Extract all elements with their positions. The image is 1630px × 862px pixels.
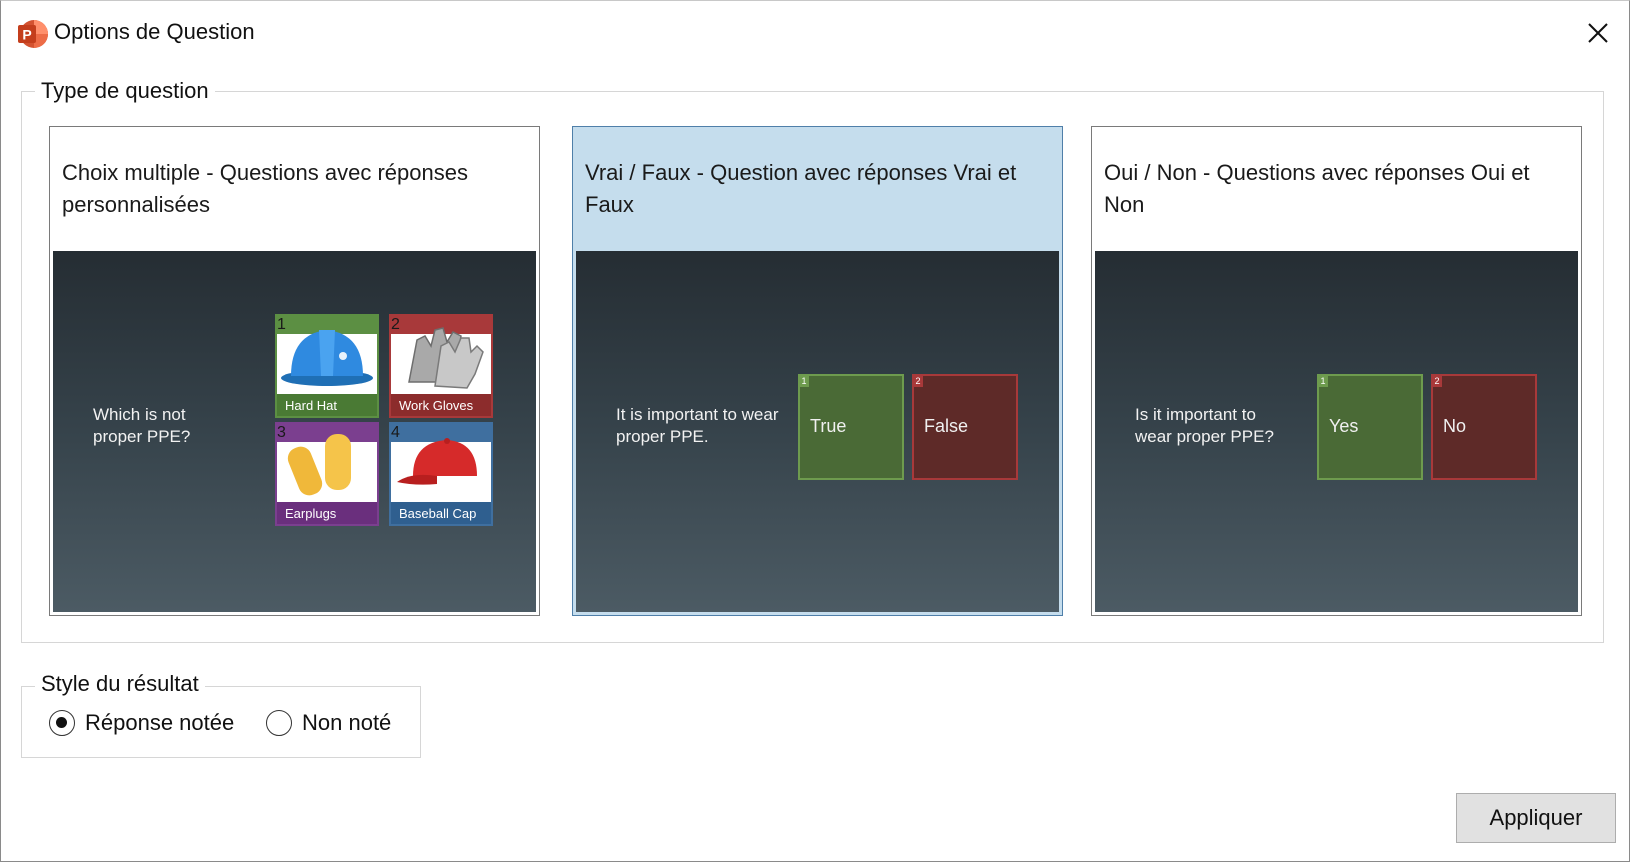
radio-button-checked[interactable] [49,710,75,736]
title-bar: P Options de Question [1,1,1629,63]
answer-label: Baseball Cap [391,502,491,524]
apply-button[interactable]: Appliquer [1456,793,1616,843]
result-style-legend: Style du résultat [35,671,205,697]
answer-label: True [810,416,847,436]
preview-question: Which is not proper PPE? [93,405,191,446]
close-icon [1588,23,1608,43]
preview-multiple-choice: Which is not proper PPE? 1 Hard Hat 2 Wo… [53,251,536,612]
card-multiple-choice[interactable]: Choix multiple - Questions avec réponses… [49,126,540,616]
answer-number: 1 [1318,375,1328,387]
answer-no: 2 No [1431,374,1537,480]
answer-label: No [1443,416,1467,436]
preview-question: It is important to wear proper PPE. [616,405,779,446]
answer-true: 1 True [798,374,904,480]
earplugs-image [287,434,351,496]
answer-label: Earplugs [277,502,377,524]
answer-number: 1 [799,375,809,387]
card-label: Oui / Non - Questions avec réponses Oui … [1104,160,1530,217]
powerpoint-icon: P [18,20,48,48]
radio-not-graded[interactable]: Non noté [266,708,391,738]
preview-yes-no: Is it important to wear proper PPE? 1 Ye… [1095,251,1578,612]
answer-label: Work Gloves [391,394,491,416]
close-button[interactable] [1581,16,1615,50]
window-title: Options de Question [54,19,255,44]
card-true-false[interactable]: Vrai / Faux - Question avec réponses Vra… [572,126,1063,616]
card-label: Vrai / Faux - Question avec réponses Vra… [585,160,1017,217]
answer-yes: 1 Yes [1317,374,1423,480]
radio-graded-response[interactable]: Réponse notée [49,708,234,738]
answer-tile: 2 Work Gloves [389,314,493,418]
radio-label: Réponse notée [85,710,235,735]
preview-question: Is it important to wear proper PPE? [1135,405,1274,446]
answer-number: 2 [913,375,923,387]
preview-true-false: It is important to wear proper PPE. 1 Tr… [576,251,1059,612]
card-label: Choix multiple - Questions avec réponses… [62,160,468,217]
answer-number: 2 [1432,375,1442,387]
answer-label: False [924,416,969,436]
baseball-cap-image [397,438,477,485]
answer-tile: 4 Baseball Cap [389,422,493,526]
radio-label: Non noté [302,710,392,735]
work-gloves-image [408,327,484,389]
answer-false: 2 False [912,374,1018,480]
hard-hat-image [281,330,373,386]
answer-label: Hard Hat [277,394,377,416]
answer-tile: 3 Earplugs [275,422,379,526]
radio-button[interactable] [266,710,292,736]
question-options-dialog: P Options de Question Type de question C… [0,0,1630,862]
answer-tile: 1 Hard Hat [275,314,379,418]
answer-label: Yes [1329,416,1359,436]
card-yes-no[interactable]: Oui / Non - Questions avec réponses Oui … [1091,126,1582,616]
question-type-legend: Type de question [35,78,215,104]
svg-text:P: P [22,27,31,43]
